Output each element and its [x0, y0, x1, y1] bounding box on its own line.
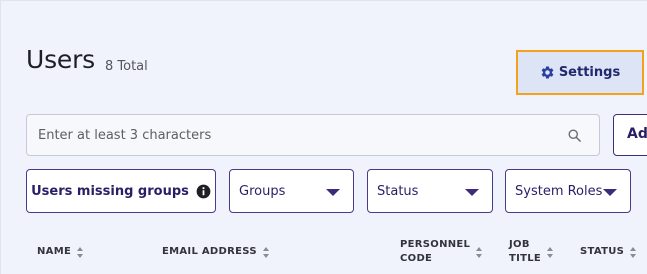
column-header-label: PERSONNEL CODE [400, 239, 471, 264]
settings-button[interactable]: Settings [516, 50, 644, 95]
caret-down-icon [465, 189, 479, 196]
column-header-label: STATUS [580, 246, 625, 257]
status-dropdown[interactable]: Status [367, 169, 493, 213]
sort-icon[interactable] [476, 246, 483, 258]
status-dropdown-label: Status [377, 183, 419, 199]
page-title: Users [26, 45, 96, 74]
settings-label: Settings [558, 65, 621, 80]
column-header-label: EMAIL ADDRESS [162, 246, 257, 257]
system-roles-dropdown-label: System Roles [515, 183, 603, 199]
groups-dropdown[interactable]: Groups [229, 169, 354, 213]
add-user-button[interactable]: Add [613, 114, 647, 156]
column-header-label: NAME [37, 246, 72, 257]
sort-icon[interactable] [547, 246, 554, 258]
system-roles-dropdown[interactable]: System Roles [505, 169, 631, 213]
column-header-status[interactable]: STATUS [580, 245, 637, 259]
sort-icon[interactable] [262, 246, 270, 258]
column-header-personnel-code[interactable]: PERSONNEL CODE [400, 238, 483, 266]
column-header-job-title[interactable]: JOB TITLE [509, 238, 554, 266]
groups-dropdown-label: Groups [239, 183, 286, 199]
users-page: Users 8 Total Settings Add Users missing… [0, 0, 647, 274]
search-icon[interactable] [567, 128, 582, 143]
column-header-email[interactable]: EMAIL ADDRESS [162, 245, 270, 259]
info-icon[interactable] [196, 184, 211, 199]
users-missing-groups-filter[interactable]: Users missing groups [26, 169, 216, 213]
missing-groups-label: Users missing groups [31, 183, 189, 199]
user-count: 8 Total [105, 59, 148, 74]
caret-down-icon [326, 189, 340, 196]
add-user-label: Add [627, 126, 647, 142]
column-header-name[interactable]: NAME [37, 245, 84, 259]
sort-icon[interactable] [630, 246, 637, 258]
search-input[interactable] [27, 115, 557, 155]
search-box [26, 114, 600, 156]
sort-icon[interactable] [77, 246, 84, 258]
caret-down-icon [603, 189, 617, 196]
gear-icon [541, 66, 554, 79]
column-header-label: JOB TITLE [509, 239, 542, 264]
